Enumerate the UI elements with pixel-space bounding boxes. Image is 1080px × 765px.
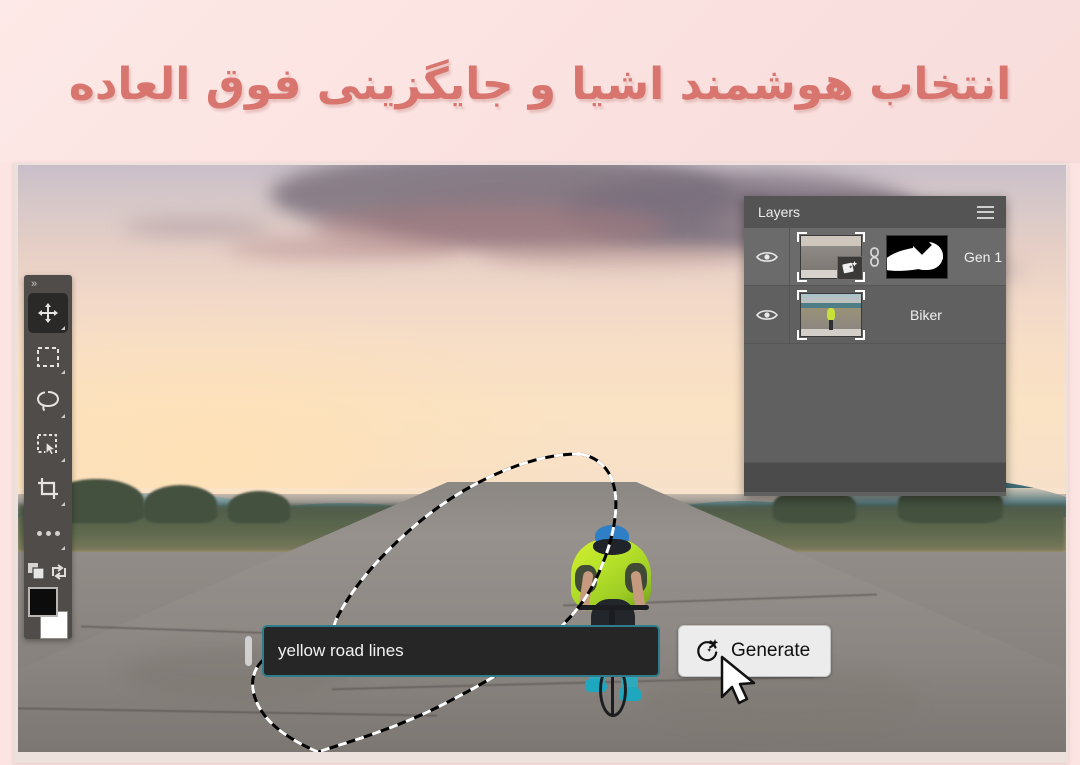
- layer-row-gen-1[interactable]: Gen 1: [744, 228, 1006, 286]
- thumbnail-bracket: [797, 231, 807, 242]
- rectangular-marquee-tool[interactable]: [28, 337, 68, 377]
- title-banner: انتخاب هوشمند اشیا و جایگزینی فوق العاده: [0, 0, 1080, 163]
- lasso-icon: [36, 391, 60, 412]
- eye-icon: [755, 251, 778, 262]
- tools-panel[interactable]: »: [24, 275, 72, 639]
- layer-visibility-toggle[interactable]: [744, 286, 790, 343]
- thumbnail-bracket: [855, 329, 865, 340]
- object-selection-tool[interactable]: [28, 425, 68, 465]
- mouse-pointer-icon: [720, 655, 756, 705]
- generative-ai-badge-icon: [837, 255, 863, 280]
- tool-flyout-triangle-icon: [61, 326, 65, 330]
- contextual-task-bar[interactable]: yellow road lines Generate: [245, 622, 855, 680]
- swap-colors-icon[interactable]: [50, 563, 68, 581]
- cyclist-visor: [593, 539, 631, 555]
- expand-panel-chevron-icon[interactable]: »: [24, 275, 72, 293]
- biker-thumbnail: [800, 292, 862, 337]
- lasso-tool[interactable]: [28, 381, 68, 421]
- crop-tool[interactable]: [28, 469, 68, 509]
- color-controls[interactable]: [26, 559, 70, 585]
- thumbnail-bracket: [797, 271, 807, 282]
- ellipsis-icon: [36, 530, 60, 536]
- cyclist: [551, 517, 677, 717]
- tree: [143, 484, 218, 524]
- default-colors-icon[interactable]: [28, 563, 46, 581]
- prompt-input-value: yellow road lines: [278, 641, 404, 660]
- chain-link-icon: [869, 246, 879, 267]
- layer-thumbnail-gen-1[interactable]: [797, 231, 865, 282]
- prompt-input[interactable]: yellow road lines: [262, 625, 660, 677]
- tool-flyout-triangle-icon: [61, 370, 65, 374]
- thumbnail-bracket: [855, 289, 865, 300]
- layers-panel-header: Layers: [744, 196, 1006, 228]
- tool-flyout-triangle-icon: [61, 414, 65, 418]
- layers-panel-footer[interactable]: [744, 462, 1006, 492]
- link-icon[interactable]: [865, 246, 883, 267]
- eye-icon: [755, 309, 778, 320]
- layers-panel-title: Layers: [758, 204, 801, 220]
- move-tool[interactable]: [28, 293, 68, 333]
- thumbnail-bracket: [855, 231, 865, 242]
- more-tools-button[interactable]: [28, 513, 68, 553]
- marquee-icon: [37, 347, 59, 367]
- crop-icon: [38, 478, 58, 499]
- sparkle-image-icon: [842, 261, 858, 274]
- page-title: انتخاب هوشمند اشیا و جایگزینی فوق العاده: [68, 59, 1012, 110]
- layers-panel-empty-area: [744, 344, 1006, 462]
- move-icon: [38, 303, 58, 323]
- layer-name-gen-1[interactable]: Gen 1: [964, 249, 1002, 265]
- cloud: [122, 217, 270, 238]
- tool-flyout-triangle-icon: [61, 502, 65, 506]
- color-swatches[interactable]: [26, 587, 70, 639]
- layer-mask-thumbnail[interactable]: [886, 234, 948, 279]
- thumbnail-bracket: [797, 329, 807, 340]
- layers-panel[interactable]: Layers Gen 1 Biker: [744, 196, 1006, 496]
- thumbnail-bracket: [797, 289, 807, 300]
- hamburger-menu-icon[interactable]: [977, 205, 994, 219]
- cloud: [479, 243, 752, 267]
- layer-thumbnail-biker[interactable]: [797, 289, 865, 340]
- object-selection-icon: [37, 434, 57, 456]
- layer-visibility-toggle[interactable]: [744, 228, 790, 285]
- tool-flyout-triangle-icon: [61, 458, 65, 462]
- tool-flyout-triangle-icon: [61, 546, 65, 550]
- drag-handle[interactable]: [245, 636, 252, 666]
- tree: [227, 490, 291, 524]
- layer-row-biker[interactable]: Biker: [744, 286, 1006, 344]
- layer-name-biker[interactable]: Biker: [910, 307, 942, 323]
- foreground-color-swatch[interactable]: [28, 587, 58, 617]
- cloud: [227, 237, 459, 261]
